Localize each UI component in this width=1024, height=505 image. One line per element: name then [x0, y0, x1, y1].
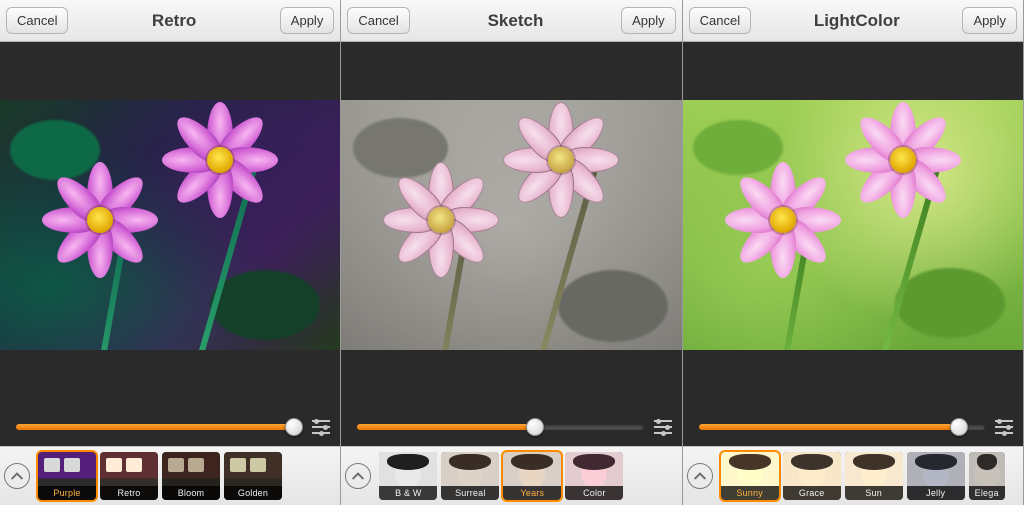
- preset-sunny[interactable]: Sunny: [721, 452, 779, 500]
- header-bar: Cancel Sketch Apply: [341, 0, 681, 42]
- chevron-up-icon[interactable]: [345, 463, 371, 489]
- intensity-slider[interactable]: [357, 420, 643, 434]
- intensity-slider[interactable]: [699, 420, 985, 434]
- preset-label: Purple: [38, 486, 96, 500]
- adjust-icon[interactable]: [312, 418, 330, 436]
- preset-strip: Sunny Grace Sun Jelly Elega: [683, 446, 1023, 505]
- slider-row: [341, 408, 681, 446]
- adjust-icon[interactable]: [654, 418, 672, 436]
- preset-color[interactable]: Color: [565, 452, 623, 500]
- preset-retro[interactable]: Retro: [100, 452, 158, 500]
- header-bar: Cancel LightColor Apply: [683, 0, 1023, 42]
- preview-area: [683, 42, 1023, 408]
- chevron-up-icon[interactable]: [4, 463, 30, 489]
- preset-label: Golden: [224, 486, 282, 500]
- preset-jelly[interactable]: Jelly: [907, 452, 965, 500]
- preset-surreal[interactable]: Surreal: [441, 452, 499, 500]
- cancel-button[interactable]: Cancel: [689, 7, 751, 34]
- cancel-button[interactable]: Cancel: [6, 7, 68, 34]
- slider-row: [0, 408, 340, 446]
- apply-button[interactable]: Apply: [280, 7, 335, 34]
- slider-row: [683, 408, 1023, 446]
- preset-golden[interactable]: Golden: [224, 452, 282, 500]
- cancel-button[interactable]: Cancel: [347, 7, 409, 34]
- screen-sketch: Cancel Sketch Apply: [341, 0, 682, 505]
- preview-area: [341, 42, 681, 408]
- preset-strip: Purple Retro Bloom Golden: [0, 446, 340, 505]
- preset-years[interactable]: Years: [503, 452, 561, 500]
- preset-label: Elega: [969, 486, 1005, 500]
- preview-area: [0, 42, 340, 408]
- preset-label: Bloom: [162, 486, 220, 500]
- preset-label: Sunny: [721, 486, 779, 500]
- preset-label: Jelly: [907, 486, 965, 500]
- page-title: Sketch: [410, 11, 621, 31]
- preset-bw[interactable]: B & W: [379, 452, 437, 500]
- preset-grace[interactable]: Grace: [783, 452, 841, 500]
- preset-elega[interactable]: Elega: [969, 452, 1005, 500]
- screen-retro: Cancel Retro Apply: [0, 0, 341, 505]
- preset-bloom[interactable]: Bloom: [162, 452, 220, 500]
- adjust-icon[interactable]: [995, 418, 1013, 436]
- preset-label: Retro: [100, 486, 158, 500]
- preset-label: Color: [565, 486, 623, 500]
- preset-label: Sun: [845, 486, 903, 500]
- page-title: Retro: [68, 11, 279, 31]
- preset-label: B & W: [379, 486, 437, 500]
- preset-strip: B & W Surreal Years Color: [341, 446, 681, 505]
- preset-label: Years: [503, 486, 561, 500]
- preset-purple[interactable]: Purple: [38, 452, 96, 500]
- preset-label: Grace: [783, 486, 841, 500]
- chevron-up-icon[interactable]: [687, 463, 713, 489]
- screen-lightcolor: Cancel LightColor Apply: [683, 0, 1024, 505]
- header-bar: Cancel Retro Apply: [0, 0, 340, 42]
- preview-image: [341, 100, 681, 350]
- intensity-slider[interactable]: [16, 420, 302, 434]
- apply-button[interactable]: Apply: [962, 7, 1017, 34]
- preview-image: [0, 100, 340, 350]
- apply-button[interactable]: Apply: [621, 7, 676, 34]
- preset-label: Surreal: [441, 486, 499, 500]
- preset-sun[interactable]: Sun: [845, 452, 903, 500]
- preview-image: [683, 100, 1023, 350]
- page-title: LightColor: [751, 11, 962, 31]
